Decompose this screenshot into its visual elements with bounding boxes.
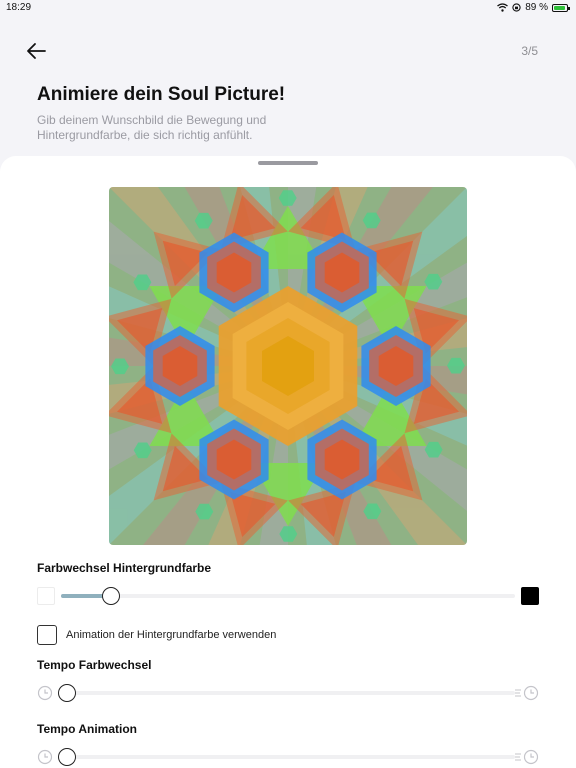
- battery-percentage: 89 %: [525, 2, 548, 13]
- battery-icon: [552, 3, 570, 12]
- color-tempo-label: Tempo Farbwechsel: [37, 658, 152, 672]
- slider-track[interactable]: [61, 691, 515, 695]
- clock-fast-icon: [523, 685, 539, 701]
- bg-color-label: Farbwechsel Hintergrundfarbe: [37, 561, 212, 575]
- status-time: 18:29: [6, 2, 32, 13]
- orientation-lock-icon: [512, 3, 521, 12]
- speed-lines-icon: [515, 753, 521, 761]
- color-tempo-slider[interactable]: [37, 683, 539, 703]
- status-bar: 18:29 89 %: [0, 0, 576, 16]
- soul-picture-preview: [109, 187, 467, 545]
- sheet-grabber[interactable]: [258, 161, 318, 165]
- clock-slow-icon: [37, 685, 53, 701]
- page-title: Animiere dein Soul Picture!: [37, 84, 286, 105]
- back-arrow-icon[interactable]: [24, 40, 48, 62]
- black-swatch: [521, 587, 539, 605]
- speed-lines-icon: [515, 689, 521, 697]
- status-indicators: 89 %: [497, 2, 570, 13]
- use-bg-animation-checkbox[interactable]: [37, 625, 57, 645]
- battery-level: [554, 5, 565, 10]
- page-subtitle: Gib deinem Wunschbild die Bewegung und H…: [37, 113, 267, 142]
- step-indicator: 3/5: [521, 44, 538, 58]
- slider-track[interactable]: [61, 594, 515, 598]
- bg-color-slider[interactable]: [37, 586, 539, 606]
- white-swatch: [37, 587, 55, 605]
- animation-tempo-slider[interactable]: [37, 747, 539, 767]
- clock-slow-icon: [37, 749, 53, 765]
- slider-thumb[interactable]: [102, 587, 121, 605]
- wifi-icon: [497, 3, 509, 12]
- animation-tempo-label: Tempo Animation: [37, 722, 137, 736]
- settings-sheet: Farbwechsel Hintergrundfarbe Animation d…: [0, 156, 576, 768]
- use-bg-animation-label: Animation der Hintergrundfarbe verwenden: [66, 629, 277, 641]
- slider-thumb[interactable]: [58, 684, 76, 702]
- clock-fast-icon: [523, 749, 539, 765]
- use-bg-animation-option[interactable]: Animation der Hintergrundfarbe verwenden: [37, 625, 276, 645]
- slider-track[interactable]: [61, 755, 515, 759]
- slider-thumb[interactable]: [58, 748, 76, 766]
